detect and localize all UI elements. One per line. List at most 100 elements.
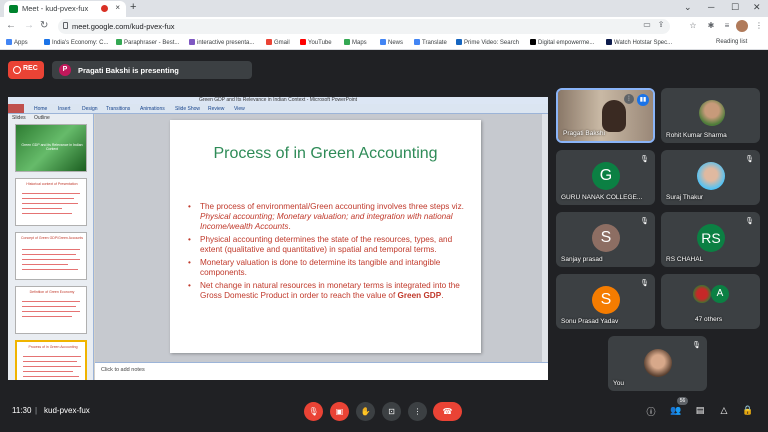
bookmarks-bar: Apps India's Economy: C... Paraphraser -… xyxy=(0,36,768,50)
maximize-icon[interactable]: ☐ xyxy=(731,2,739,13)
participant-tile[interactable]: 🎙 G GURU NANAK COLLEGE... xyxy=(556,150,655,205)
apps-grid-icon xyxy=(6,39,12,45)
bookmark-item[interactable]: News xyxy=(380,39,403,46)
bookmark-item[interactable]: Gmail xyxy=(266,39,290,46)
share-icon[interactable]: ⇪ xyxy=(656,20,666,30)
info-icon[interactable]: ⓘ xyxy=(645,405,657,418)
present-button[interactable]: ⊡ xyxy=(382,402,401,421)
participant-avatar: S xyxy=(592,286,620,314)
participant-tile[interactable]: 🎙 Suraj Thakur xyxy=(661,150,760,205)
back-icon[interactable]: ← xyxy=(6,20,16,31)
participant-tile[interactable]: 🎙 RS RS CHAHAL xyxy=(661,212,760,267)
mic-off-icon: 🎙 xyxy=(640,280,649,287)
participant-tile[interactable]: ⋮ ▮▮ Pragati Bakshi xyxy=(556,88,655,143)
participant-photo xyxy=(693,285,711,303)
maps-icon xyxy=(344,39,350,45)
powerpoint-ribbon-tabs: Home Insert Design Transitions Animation… xyxy=(8,104,548,113)
chat-icon[interactable]: ▤ xyxy=(694,405,706,416)
translate-icon xyxy=(414,39,420,45)
people-icon[interactable]: 👥 xyxy=(670,405,682,416)
reading-list[interactable]: Reading list xyxy=(716,39,747,45)
meeting-clock: 11:30 xyxy=(12,406,32,415)
address-bar[interactable]: meet.google.com/kud-pvex-fux xyxy=(58,19,670,34)
participant-tile[interactable]: Rohit Kumar Sharma xyxy=(661,88,760,143)
mic-off-icon: 🎙 xyxy=(745,218,754,225)
current-slide: Process of in Green Accounting The proce… xyxy=(170,120,481,353)
text-line xyxy=(22,316,72,317)
participant-avatar: RS xyxy=(697,224,725,252)
bookmark-item[interactable]: Translate xyxy=(414,39,447,46)
raise-hand-button[interactable]: ✋ xyxy=(356,402,375,421)
new-tab-button[interactable]: + xyxy=(130,1,136,13)
end-call-button[interactable]: ☎ xyxy=(433,402,462,421)
text-line xyxy=(22,208,62,209)
close-window-icon[interactable]: ✕ xyxy=(753,2,761,13)
text-line xyxy=(22,203,78,204)
reload-icon[interactable]: ↻ xyxy=(40,20,48,31)
presenting-banner: P Pragati Bakshi is presenting xyxy=(52,61,252,79)
media-control-icon[interactable]: ≡ xyxy=(722,21,732,31)
tab-search-icon[interactable]: ⌄ xyxy=(684,2,692,13)
participant-name: RS CHAHAL xyxy=(666,256,704,263)
slides-outline-tabs: Slides Outline xyxy=(8,114,94,121)
mic-off-icon: 🎙 xyxy=(745,156,754,163)
bullet-item: Physical accounting determines the state… xyxy=(188,235,468,255)
bookmark-item[interactable]: India's Economy: C... xyxy=(44,39,109,46)
url-text: meet.google.com/kud-pvex-fux xyxy=(72,22,175,31)
browser-menu-icon[interactable]: ⋮ xyxy=(754,21,764,31)
browser-tab-strip: Meet - kud-pvex-fux × + ⌄ ─ ☐ ✕ xyxy=(0,0,768,17)
ribbon-tab: Transitions xyxy=(106,106,131,112)
mic-off-icon: 🎙 xyxy=(640,218,649,225)
participant-avatar: G xyxy=(592,162,620,190)
extensions-icon[interactable]: ✱ xyxy=(706,21,716,31)
more-options-icon[interactable]: ⋮ xyxy=(624,94,634,104)
slide-title: Process of in Green Accounting xyxy=(213,145,438,162)
camera-permission-icon[interactable]: ▭ xyxy=(642,20,652,30)
bookmark-item[interactable]: Watch Hotstar Spec... xyxy=(606,39,672,46)
slides-tab: Slides xyxy=(12,115,26,121)
self-tile[interactable]: 🎙 You xyxy=(608,336,707,391)
forward-icon[interactable]: → xyxy=(24,20,34,31)
profile-avatar[interactable] xyxy=(736,20,748,32)
hotstar-icon xyxy=(606,39,612,45)
ribbon-tab: Insert xyxy=(58,106,71,112)
bullet-item: Monetary valuation is done to determine … xyxy=(188,258,468,278)
activities-icon[interactable]: △ xyxy=(718,405,730,416)
bookmark-item[interactable]: Digital empowerme... xyxy=(530,39,594,46)
camera-toggle-button[interactable]: ▣ xyxy=(330,402,349,421)
text-line xyxy=(22,269,78,270)
ribbon-tab: Home xyxy=(34,106,48,112)
news-icon xyxy=(380,39,386,45)
bookmark-favicon-icon xyxy=(530,39,536,45)
browser-tab[interactable]: Meet - kud-pvex-fux × xyxy=(4,1,126,17)
participant-name: Pragati Bakshi xyxy=(563,130,605,137)
bookmark-item[interactable]: Prime Video: Search xyxy=(456,39,519,46)
text-line xyxy=(22,301,80,302)
more-options-button[interactable]: ⋮ xyxy=(408,402,427,421)
bookmark-item[interactable]: Apps xyxy=(6,39,28,46)
slide-thumbnail: Green GDP and its Relevance in Indian Co… xyxy=(15,124,87,172)
participant-tile[interactable]: 🎙 S Sonu Prasad Yadav xyxy=(556,274,655,329)
bookmark-item[interactable]: Maps xyxy=(344,39,367,46)
mic-toggle-button[interactable]: 🎙 xyxy=(304,402,323,421)
bookmark-item[interactable]: YouTube xyxy=(300,39,332,46)
participant-tile[interactable]: 🎙 S Sanjay prasad xyxy=(556,212,655,267)
prime-video-icon xyxy=(456,39,462,45)
tab-title: Meet - kud-pvex-fux xyxy=(22,4,89,13)
recording-badge[interactable]: REC xyxy=(8,61,44,79)
more-options-icon: ⋮ xyxy=(413,407,422,416)
minimize-icon[interactable]: ─ xyxy=(708,2,714,12)
close-tab-icon[interactable]: × xyxy=(115,3,120,12)
bookmark-item[interactable]: interactive presenta... xyxy=(189,39,254,46)
bookmark-star-icon[interactable]: ☆ xyxy=(688,21,698,31)
record-icon xyxy=(13,66,21,74)
bookmark-item[interactable]: Paraphraser - Best... xyxy=(116,39,179,46)
shared-screen: Green GDP and Its Relevance in Indian Co… xyxy=(8,97,548,380)
participant-name: GURU NANAK COLLEGE... xyxy=(561,194,643,201)
slide-bullets: The process of environmental/Green accou… xyxy=(188,202,468,304)
host-controls-icon[interactable]: 🔒 xyxy=(742,405,754,416)
others-tile[interactable]: A 47 others xyxy=(661,274,760,329)
text-line xyxy=(22,193,80,194)
text-line xyxy=(22,259,80,260)
text-line xyxy=(23,366,81,367)
